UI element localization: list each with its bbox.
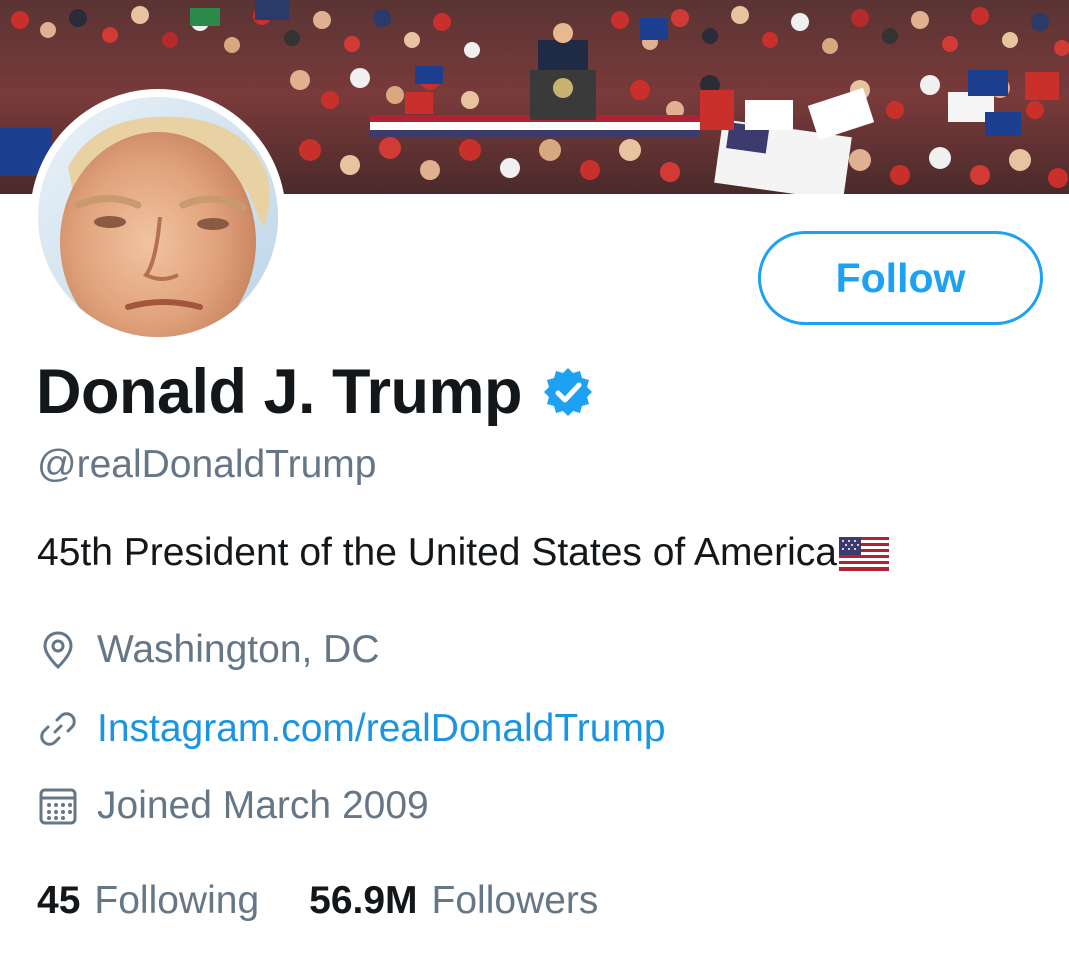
follow-button[interactable]: Follow [758, 231, 1043, 325]
website-link[interactable]: Instagram.com/realDonaldTrump [97, 707, 666, 751]
profile-avatar[interactable] [30, 89, 286, 345]
profile-stats: 45 Following 56.9M Followers [37, 879, 598, 923]
profile-joined-date: Joined March 2009 [37, 784, 429, 828]
verified-badge-icon [542, 366, 594, 418]
us-flag-emoji [838, 537, 889, 571]
location-text: Washington, DC [97, 628, 380, 671]
user-handle: @realDonaldTrump [37, 443, 377, 486]
joined-text: Joined March 2009 [97, 784, 429, 827]
profile-bio: 45th President of the United States of A… [37, 531, 889, 575]
following-label: Following [94, 879, 260, 922]
calendar-icon [37, 785, 79, 827]
name-row: Donald J. Trump [36, 352, 594, 432]
following-stat[interactable]: 45 Following [37, 879, 259, 923]
followers-stat[interactable]: 56.9M Followers [309, 879, 598, 923]
followers-label: Followers [431, 879, 599, 922]
bio-text: 45th President of the United States of A… [37, 531, 837, 574]
profile-header: Follow Donald J. Trump @realDonaldTrump … [0, 0, 1069, 975]
display-name: Donald J. Trump [36, 357, 523, 427]
followers-count: 56.9M [309, 879, 418, 922]
link-icon [37, 708, 79, 750]
profile-website: Instagram.com/realDonaldTrump [37, 707, 666, 751]
location-pin-icon [37, 629, 79, 671]
profile-location: Washington, DC [37, 628, 380, 672]
following-count: 45 [37, 879, 81, 922]
